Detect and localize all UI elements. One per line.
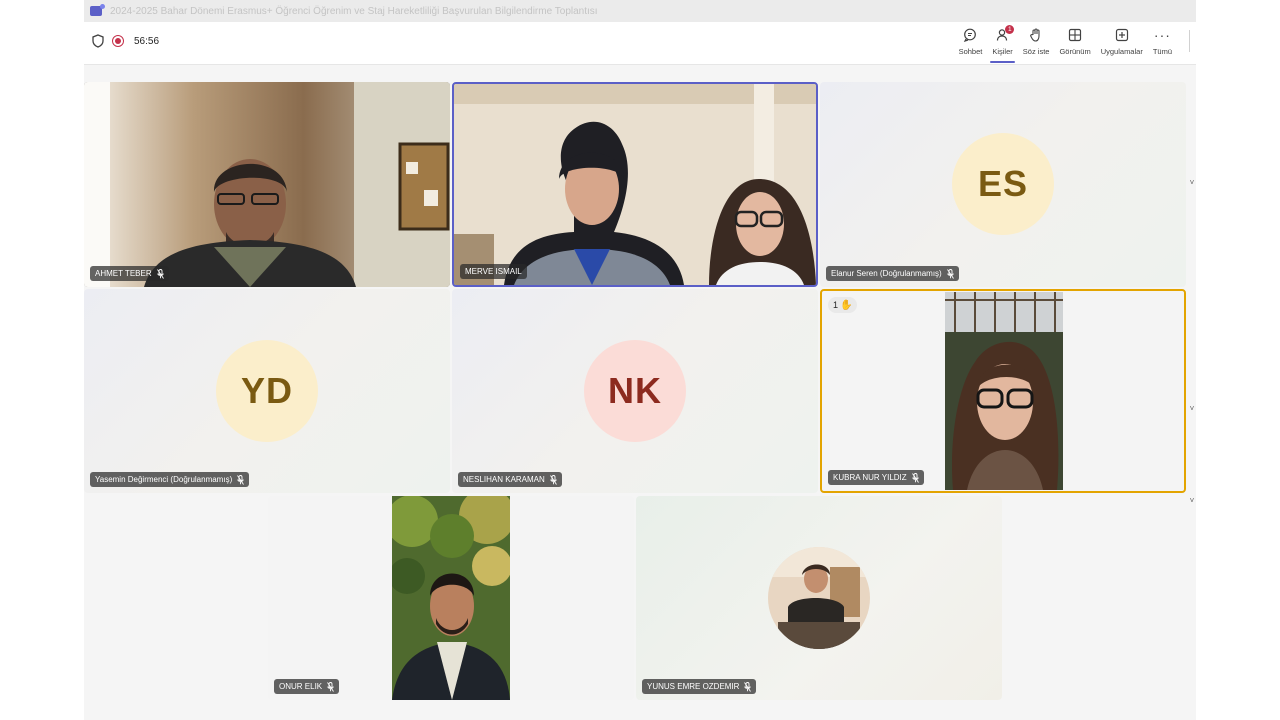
participant-tile[interactable]: MERVE ISMAIL (452, 82, 818, 287)
mic-muted-icon (237, 474, 245, 485)
teams-logo-icon (90, 4, 105, 16)
more-button-label: Tümü (1152, 47, 1172, 56)
shield-icon[interactable] (92, 34, 104, 48)
layout-button[interactable]: Görünüm (1054, 26, 1095, 62)
participant-avatar: ES (952, 133, 1054, 235)
raise-hand-button-label: Söz iste (1022, 47, 1050, 56)
participant-name-chip: AHMET TEBER (90, 266, 169, 281)
participant-tile[interactable]: NK NESLIHAN KARAMAN (452, 289, 818, 493)
layout-icon (1066, 26, 1084, 44)
more-button[interactable]: ··· Tümü (1148, 26, 1177, 62)
chat-button[interactable]: Sohbet (954, 26, 988, 62)
participant-name: AHMET TEBER (95, 269, 152, 278)
teams-meeting-window: 2024-2025 Bahar Dönemi Erasmus+ Öğrenci … (84, 0, 1196, 720)
participant-name-chip: YUNUS EMRE OZDEMIR (642, 679, 757, 694)
participant-photo-avatar (768, 547, 870, 649)
chat-button-label: Sohbet (958, 47, 983, 56)
participant-name: ONUR ELIK (279, 682, 323, 691)
apps-button-label: Uygulamalar (1100, 47, 1143, 56)
participant-name: NESLIHAN KARAMAN (463, 475, 545, 484)
meeting-toolbar: 56:56 Sohbet 1 Kişiler Söz iste Görünüm … (84, 22, 1196, 65)
chevron-down-icon[interactable]: ˅ (1188, 496, 1196, 505)
mic-muted-icon (327, 681, 334, 692)
people-button-label: Kişiler (992, 47, 1013, 56)
participant-name-chip: NESLIHAN KARAMAN (458, 472, 562, 487)
participant-name: MERVE ISMAIL (465, 267, 522, 276)
chevron-down-icon[interactable]: ˅ (1188, 178, 1196, 187)
more-icon: ··· (1153, 27, 1171, 43)
people-count-badge: 1 (1005, 25, 1015, 34)
participant-video (84, 82, 450, 287)
raised-hand-badge: 1 ✋ (828, 297, 858, 313)
raise-hand-button[interactable]: Söz iste (1018, 26, 1055, 62)
participant-name-chip: MERVE ISMAIL (460, 264, 527, 279)
participant-tile[interactable]: YUNUS EMRE OZDEMIR (636, 496, 1002, 700)
raise-hand-icon: ✋ (840, 299, 853, 311)
mic-muted-icon (549, 474, 557, 485)
mic-muted-icon (946, 268, 954, 279)
participant-name-chip: Yasemin Değirmenci (Doğrulanmamış) (90, 472, 250, 487)
participant-name-chip: ONUR ELIK (274, 679, 340, 694)
meeting-title: 2024-2025 Bahar Dönemi Erasmus+ Öğrenci … (110, 5, 598, 17)
mic-muted-icon (156, 268, 164, 279)
apps-icon (1113, 26, 1131, 44)
participant-avatar: YD (216, 340, 318, 442)
recording-indicator-icon (112, 35, 124, 47)
raise-hand-icon (1027, 26, 1045, 44)
chevron-down-icon[interactable]: ˅ (1188, 404, 1196, 413)
participant-video (454, 84, 816, 285)
toolbar-divider (1189, 30, 1190, 52)
participant-video (392, 496, 510, 700)
mic-muted-icon (911, 472, 919, 483)
participant-tile[interactable]: 1 ✋ KUBRA NUR YILDIZ (820, 289, 1186, 493)
participant-tile[interactable]: ES Elanur Seren (Doğrulanmamış) (820, 82, 1186, 287)
participant-avatar: NK (584, 340, 686, 442)
apps-button[interactable]: Uygulamalar (1096, 26, 1148, 62)
participant-tile[interactable]: ONUR ELIK (268, 496, 634, 700)
participant-video (945, 292, 1063, 490)
chat-icon (961, 26, 979, 44)
participant-tile[interactable]: YD Yasemin Değirmenci (Doğrulanmamış) (84, 289, 450, 493)
participant-name: Yasemin Değirmenci (Doğrulanmamış) (95, 475, 233, 484)
participant-name: Elanur Seren (Doğrulanmamış) (831, 269, 942, 278)
title-bar: 2024-2025 Bahar Dönemi Erasmus+ Öğrenci … (84, 0, 1196, 22)
people-button[interactable]: 1 Kişiler (987, 25, 1017, 63)
layout-button-label: Görünüm (1059, 47, 1091, 56)
participant-name: KUBRA NUR YILDIZ (833, 473, 907, 482)
participant-tile[interactable]: AHMET TEBER (84, 82, 450, 287)
meeting-timer: 56:56 (134, 35, 160, 47)
participant-name: YUNUS EMRE OZDEMIR (647, 682, 740, 691)
hand-order-number: 1 (833, 300, 839, 310)
participant-name-chip: KUBRA NUR YILDIZ (828, 470, 924, 485)
participant-name-chip: Elanur Seren (Doğrulanmamış) (826, 266, 959, 281)
mic-muted-icon (744, 681, 752, 692)
